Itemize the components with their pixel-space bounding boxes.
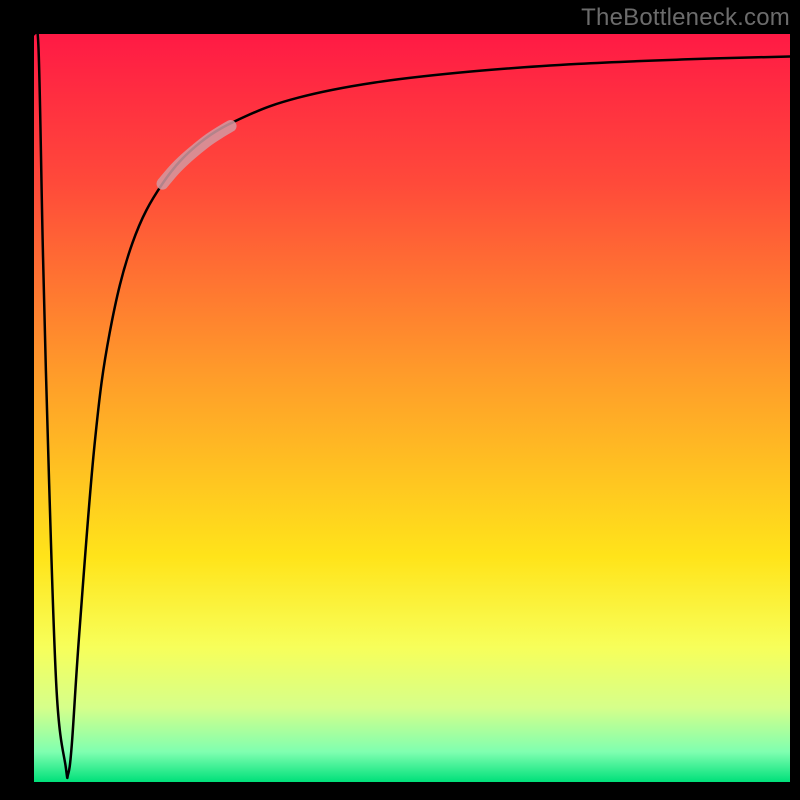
chart-svg [0,0,800,800]
watermark-text: TheBottleneck.com [581,4,790,32]
chart-canvas: TheBottleneck.com [0,0,800,800]
